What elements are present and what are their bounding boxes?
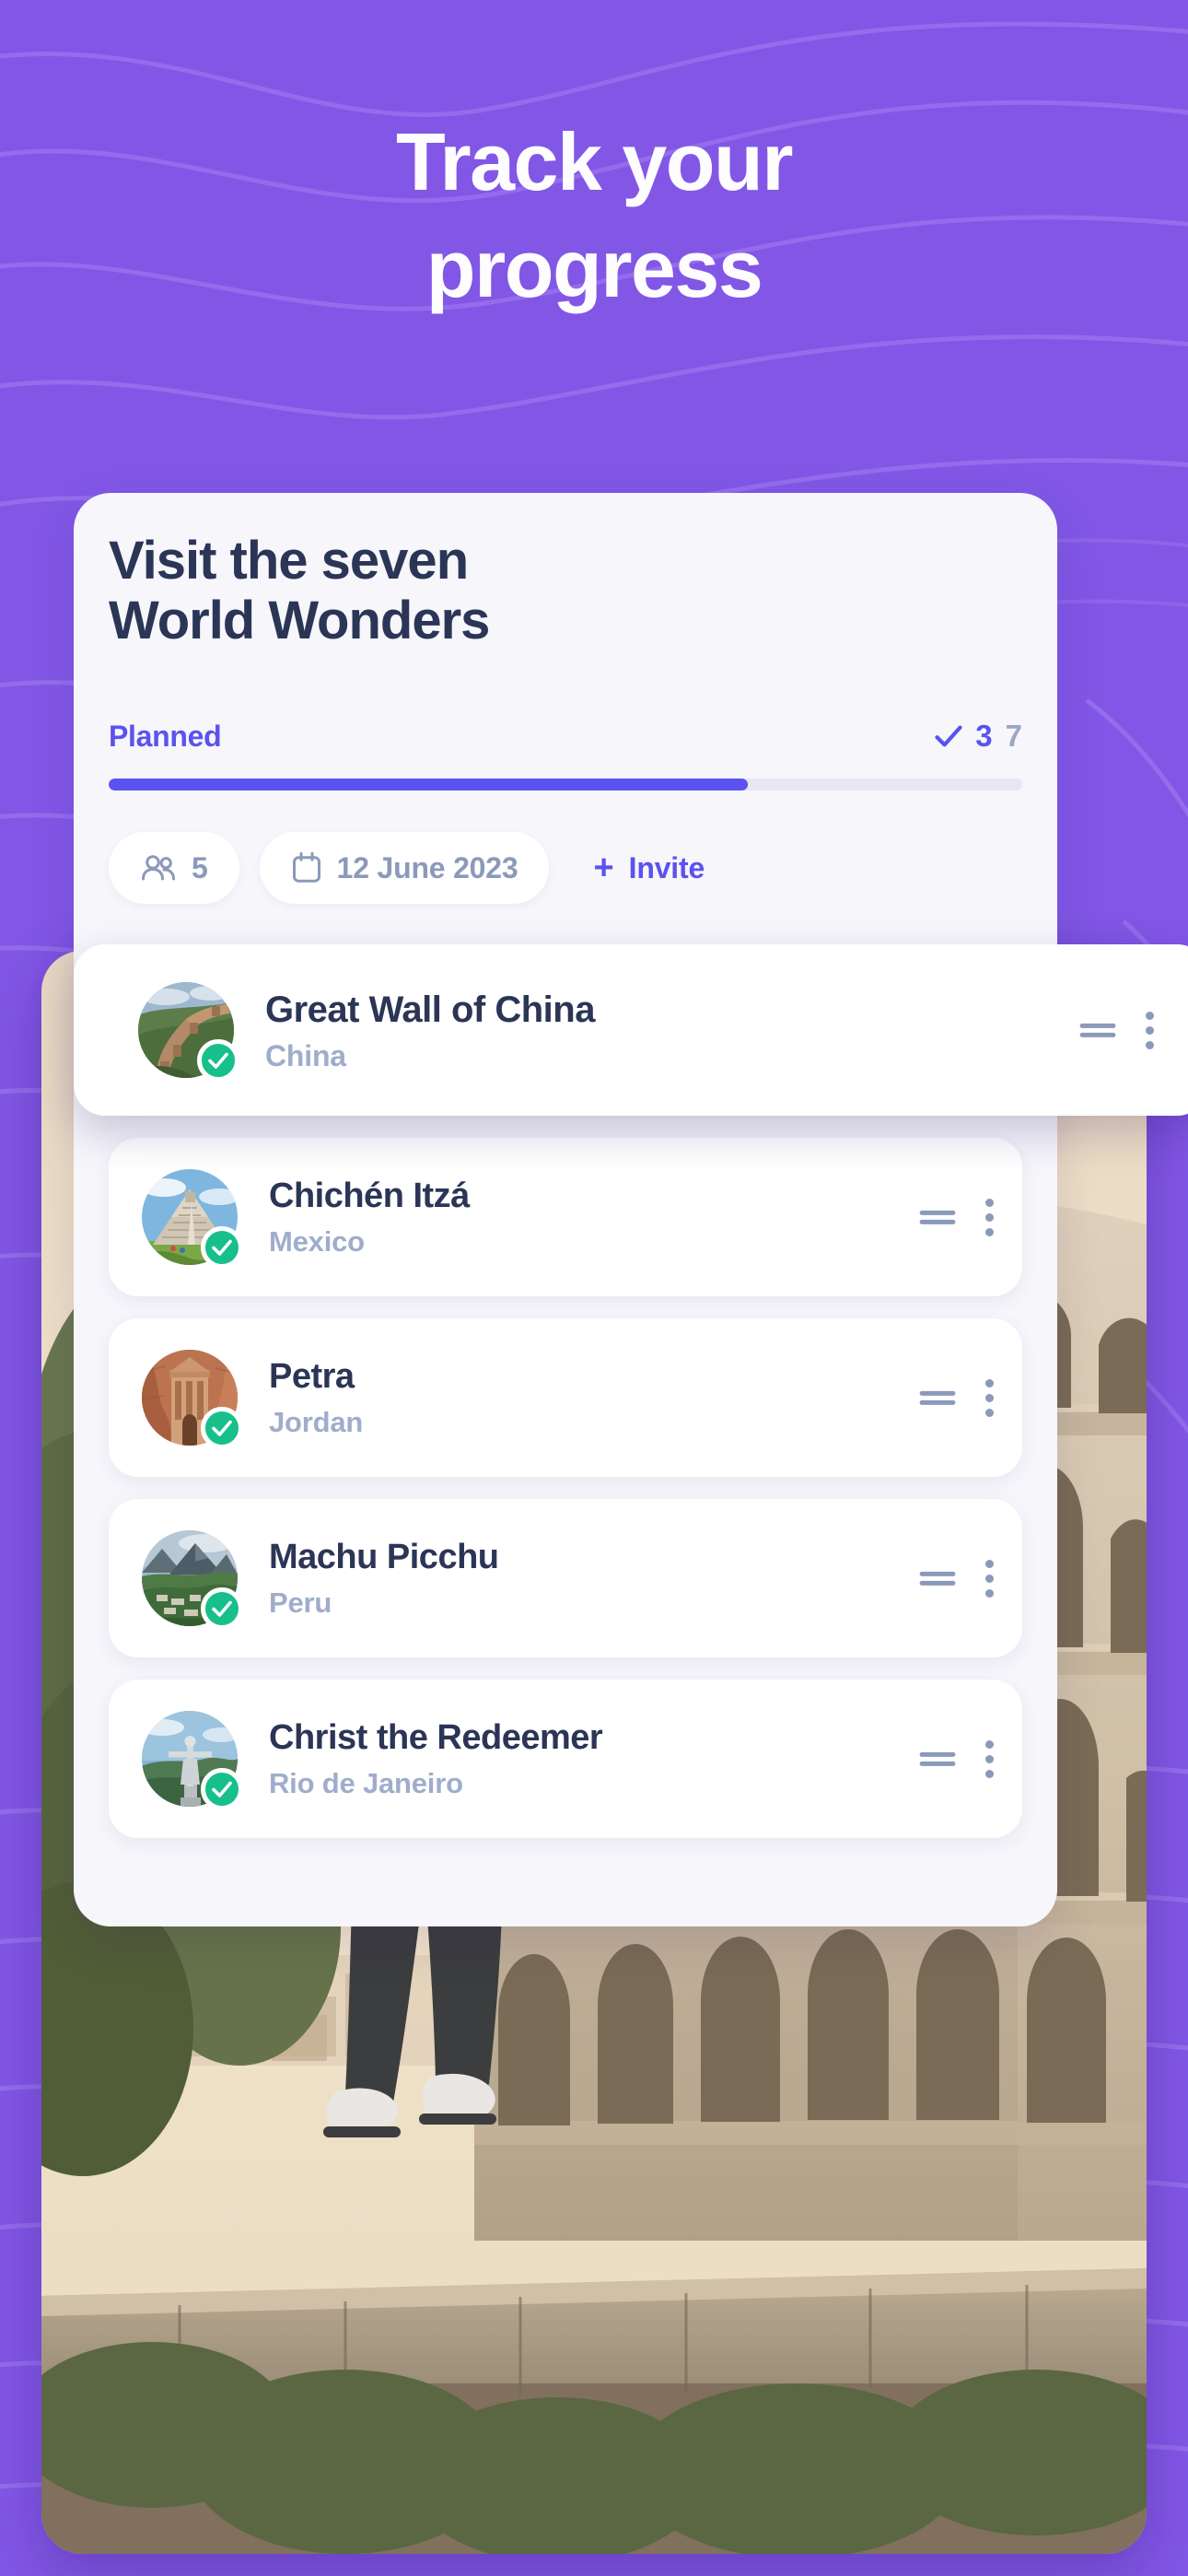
wonder-thumbnail bbox=[142, 1350, 243, 1449]
members-count: 5 bbox=[192, 850, 208, 884]
list-item[interactable]: Great Wall of China China bbox=[74, 944, 1188, 1116]
drag-handle-icon[interactable] bbox=[1079, 1018, 1116, 1042]
hero-line-1: Track your bbox=[395, 116, 794, 207]
progress-bar bbox=[109, 779, 1022, 790]
completed-check-badge bbox=[201, 1768, 243, 1810]
completed-count: 3 bbox=[975, 719, 993, 753]
page-title: Visit the seven World Wonders bbox=[109, 531, 772, 651]
kebab-menu-icon[interactable] bbox=[984, 1739, 995, 1778]
completed-check-badge bbox=[201, 1587, 243, 1630]
progress-bar-fill bbox=[109, 779, 749, 790]
wonder-location: Jordan bbox=[269, 1405, 364, 1438]
check-icon bbox=[212, 1600, 232, 1617]
wonder-location: Mexico bbox=[269, 1224, 365, 1258]
list-item[interactable]: Petra Jordan bbox=[109, 1318, 1022, 1477]
calendar-icon bbox=[292, 851, 320, 883]
kebab-menu-icon[interactable] bbox=[1144, 1011, 1155, 1049]
wonder-name: Machu Picchu bbox=[269, 1538, 499, 1577]
progress-counts: 3 7 bbox=[935, 719, 1022, 754]
kebab-menu-icon[interactable] bbox=[984, 1378, 995, 1417]
goal-card: Visit the seven World Wonders Planned 3 … bbox=[74, 493, 1188, 1926]
completed-check-badge bbox=[201, 1226, 243, 1269]
completed-check-badge bbox=[197, 1039, 239, 1082]
plus-icon: + bbox=[593, 849, 614, 887]
total-count: 7 bbox=[1005, 719, 1022, 753]
wonder-thumbnail bbox=[142, 1530, 243, 1630]
hero-heading: Track your progress bbox=[0, 122, 1188, 310]
wonder-location: China bbox=[265, 1038, 346, 1072]
check-icon bbox=[212, 1781, 232, 1797]
check-icon bbox=[212, 1420, 232, 1436]
wonder-name: Chichén Itzá bbox=[269, 1177, 470, 1216]
members-pill[interactable]: 5 bbox=[109, 832, 239, 904]
wonder-location: Rio de Janeiro bbox=[269, 1766, 463, 1799]
drag-handle-icon[interactable] bbox=[919, 1747, 956, 1771]
drag-handle-icon[interactable] bbox=[919, 1205, 956, 1229]
progress-summary: Planned 3 7 bbox=[109, 719, 1022, 754]
page-title-line-1: Visit the seven bbox=[109, 531, 469, 591]
check-icon bbox=[212, 1239, 232, 1256]
kebab-menu-icon[interactable] bbox=[984, 1198, 995, 1236]
check-icon bbox=[935, 725, 962, 747]
meta-pills: 5 12 June 2023 + Invite bbox=[109, 832, 728, 904]
date-label: 12 June 2023 bbox=[336, 850, 518, 884]
wonder-thumbnail bbox=[142, 1711, 243, 1810]
page-title-line-2: World Wonders bbox=[109, 590, 490, 650]
list-item[interactable]: Christ the Redeemer Rio de Janeiro bbox=[109, 1680, 1022, 1838]
wonder-thumbnail bbox=[142, 1169, 243, 1269]
invite-label: Invite bbox=[628, 850, 705, 884]
wonder-name: Christ the Redeemer bbox=[269, 1718, 603, 1758]
date-pill[interactable]: 12 June 2023 bbox=[259, 832, 550, 904]
hero-line-2: progress bbox=[425, 223, 763, 314]
drag-handle-icon[interactable] bbox=[919, 1566, 956, 1590]
progress-status-label: Planned bbox=[109, 719, 222, 753]
wonder-name: Great Wall of China bbox=[265, 989, 595, 1030]
wonder-location: Peru bbox=[269, 1586, 332, 1619]
invite-button[interactable]: + Invite bbox=[569, 832, 728, 904]
completed-check-badge bbox=[201, 1407, 243, 1449]
drag-handle-icon[interactable] bbox=[919, 1386, 956, 1410]
kebab-menu-icon[interactable] bbox=[984, 1559, 995, 1598]
list-item[interactable]: Machu Picchu Peru bbox=[109, 1499, 1022, 1657]
wonder-name: Petra bbox=[269, 1357, 355, 1397]
check-icon bbox=[208, 1052, 228, 1069]
wonders-list: Great Wall of China China Chichén Itzá M… bbox=[74, 944, 1188, 1860]
wonder-thumbnail bbox=[138, 982, 239, 1082]
list-item[interactable]: Chichén Itzá Mexico bbox=[109, 1138, 1022, 1296]
people-icon bbox=[142, 855, 175, 881]
